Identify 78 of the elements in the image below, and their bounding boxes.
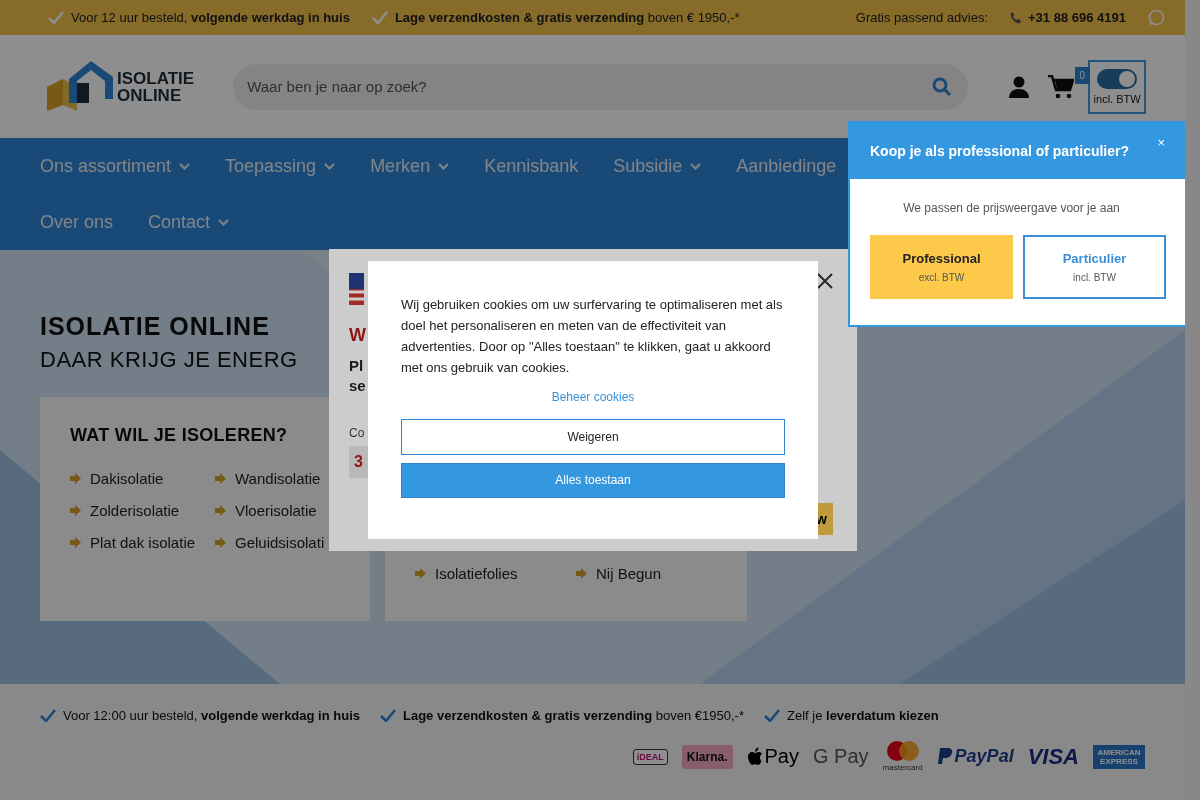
payment-logo: iDEAL	[632, 748, 668, 765]
payment-logo: PayPal	[936, 746, 1014, 767]
payment-logo: Klarna.	[681, 744, 733, 769]
payment-logo: G Pay	[813, 745, 869, 768]
nav-link[interactable]: Contact	[148, 211, 230, 233]
hero-subtitle: DAAR KRIJG JE ENERG	[40, 347, 298, 373]
chevron-down-icon	[438, 162, 450, 170]
apple-icon	[746, 747, 763, 766]
house-logo-icon[interactable]	[47, 60, 113, 113]
phone-number[interactable]: +31 88 696 4191	[1028, 10, 1126, 25]
category-link[interactable]: Plat dak isolatie	[70, 532, 215, 552]
check-icon	[48, 11, 64, 24]
payment-logo: AMERICAN EXPRESS	[1093, 744, 1145, 769]
dialog-text: se	[349, 376, 366, 396]
dialog-heading: W	[349, 325, 366, 346]
p-mark-icon	[936, 747, 953, 766]
chevron-down-icon	[324, 162, 336, 170]
category-link[interactable]: Dakisolatie	[70, 468, 215, 488]
cart-icon[interactable]	[1048, 74, 1075, 99]
check-icon	[764, 709, 780, 722]
arrow-right-icon	[70, 504, 81, 516]
check-icon	[371, 11, 388, 24]
nav-link[interactable]: Ons assortiment	[40, 155, 191, 177]
usp-text: Zelf je leverdatum kiezen	[787, 708, 939, 723]
card-heading: WAT WIL JE ISOLEREN?	[70, 425, 288, 446]
payment-logo: mastercard	[882, 741, 923, 772]
logo-text: ONLINE	[117, 86, 183, 104]
arrow-right-icon	[215, 536, 226, 548]
customer-type-button[interactable]: Particulier incl. BTW	[1023, 235, 1166, 299]
arrow-right-icon	[215, 504, 226, 516]
payment-logo: Pay	[746, 745, 799, 768]
user-icon[interactable]	[1008, 75, 1031, 98]
search-icon[interactable]	[932, 76, 953, 97]
price-toggle[interactable]	[1097, 68, 1138, 89]
cart-count-badge: 0	[1074, 66, 1091, 84]
usp-text: Lage verzendkosten & gratis verzending boven € 1950,-*	[394, 10, 740, 25]
field-label: Co	[349, 426, 365, 440]
overlapping-circles-icon	[886, 741, 919, 761]
check-icon	[40, 709, 56, 722]
popover-text: We passen de prijsweergave voor je aan	[902, 201, 1121, 215]
advice-label: Gratis passend advies:	[855, 10, 989, 25]
chevron-down-icon	[179, 162, 191, 170]
chevron-down-icon	[690, 162, 702, 170]
accept-button[interactable]: Alles toestaan	[401, 462, 785, 498]
popover-title: Koop je als professional of particulier?	[870, 143, 1130, 159]
close-icon[interactable]	[817, 273, 833, 289]
cookie-text: Wij gebruiken cookies om uw surfervaring te optimaliseren met als doel het personaliseren en meten van de effectiviteit van advertenties. Door op "Alles toestaan" te klikken, gaat u akkoord met ons gebruik van cookies.	[401, 296, 784, 377]
category-link[interactable]: Nij Begun	[576, 563, 737, 583]
nav-link[interactable]: Over ons	[40, 211, 114, 233]
chevron-down-icon	[218, 218, 230, 226]
toggle-label: incl. BTW	[1093, 92, 1141, 105]
nav-link[interactable]: Merken	[370, 155, 450, 177]
usp-text: Lage verzendkosten & gratis verzending boven €1950,-*	[402, 708, 744, 723]
hero-title: ISOLATIE ONLINE	[40, 312, 270, 341]
nav-link[interactable]: Subsidie	[613, 155, 702, 177]
arrow-right-icon	[70, 536, 81, 548]
payment-logo: VISA	[1027, 743, 1079, 770]
close-button[interactable]: ×	[1157, 135, 1165, 150]
nav-link[interactable]: Toepassing	[225, 155, 336, 177]
customer-type-button[interactable]: Professional excl. BTW	[870, 235, 1013, 299]
nav-link[interactable]: Aanbiedinge	[736, 155, 837, 177]
phone-icon	[1010, 11, 1023, 24]
category-link[interactable]: Isolatiefolies	[415, 563, 576, 583]
check-icon	[379, 709, 396, 722]
arrow-right-icon	[576, 567, 587, 579]
arrow-right-icon	[70, 472, 81, 484]
dialog-text: Pl	[349, 356, 365, 376]
nav-link[interactable]: Kennisbank	[484, 155, 579, 177]
flag-icon	[349, 273, 364, 305]
manage-cookies-link[interactable]: Beheer cookies	[551, 390, 635, 404]
usp-text: Voor 12:00 uur besteld, volgende werkdag in huis	[63, 708, 360, 723]
category-link[interactable]: Zolderisolatie	[70, 500, 215, 520]
arrow-right-icon	[215, 472, 226, 484]
logo-text: ISOLATIE	[117, 69, 195, 87]
arrow-right-icon	[415, 567, 426, 579]
search-field[interactable]: Waar ben je naar op zoek?	[233, 63, 969, 110]
usp-text: Voor 12 uur besteld, volgende werkdag in huis	[71, 10, 350, 25]
decline-button[interactable]: Weigeren	[401, 419, 785, 455]
